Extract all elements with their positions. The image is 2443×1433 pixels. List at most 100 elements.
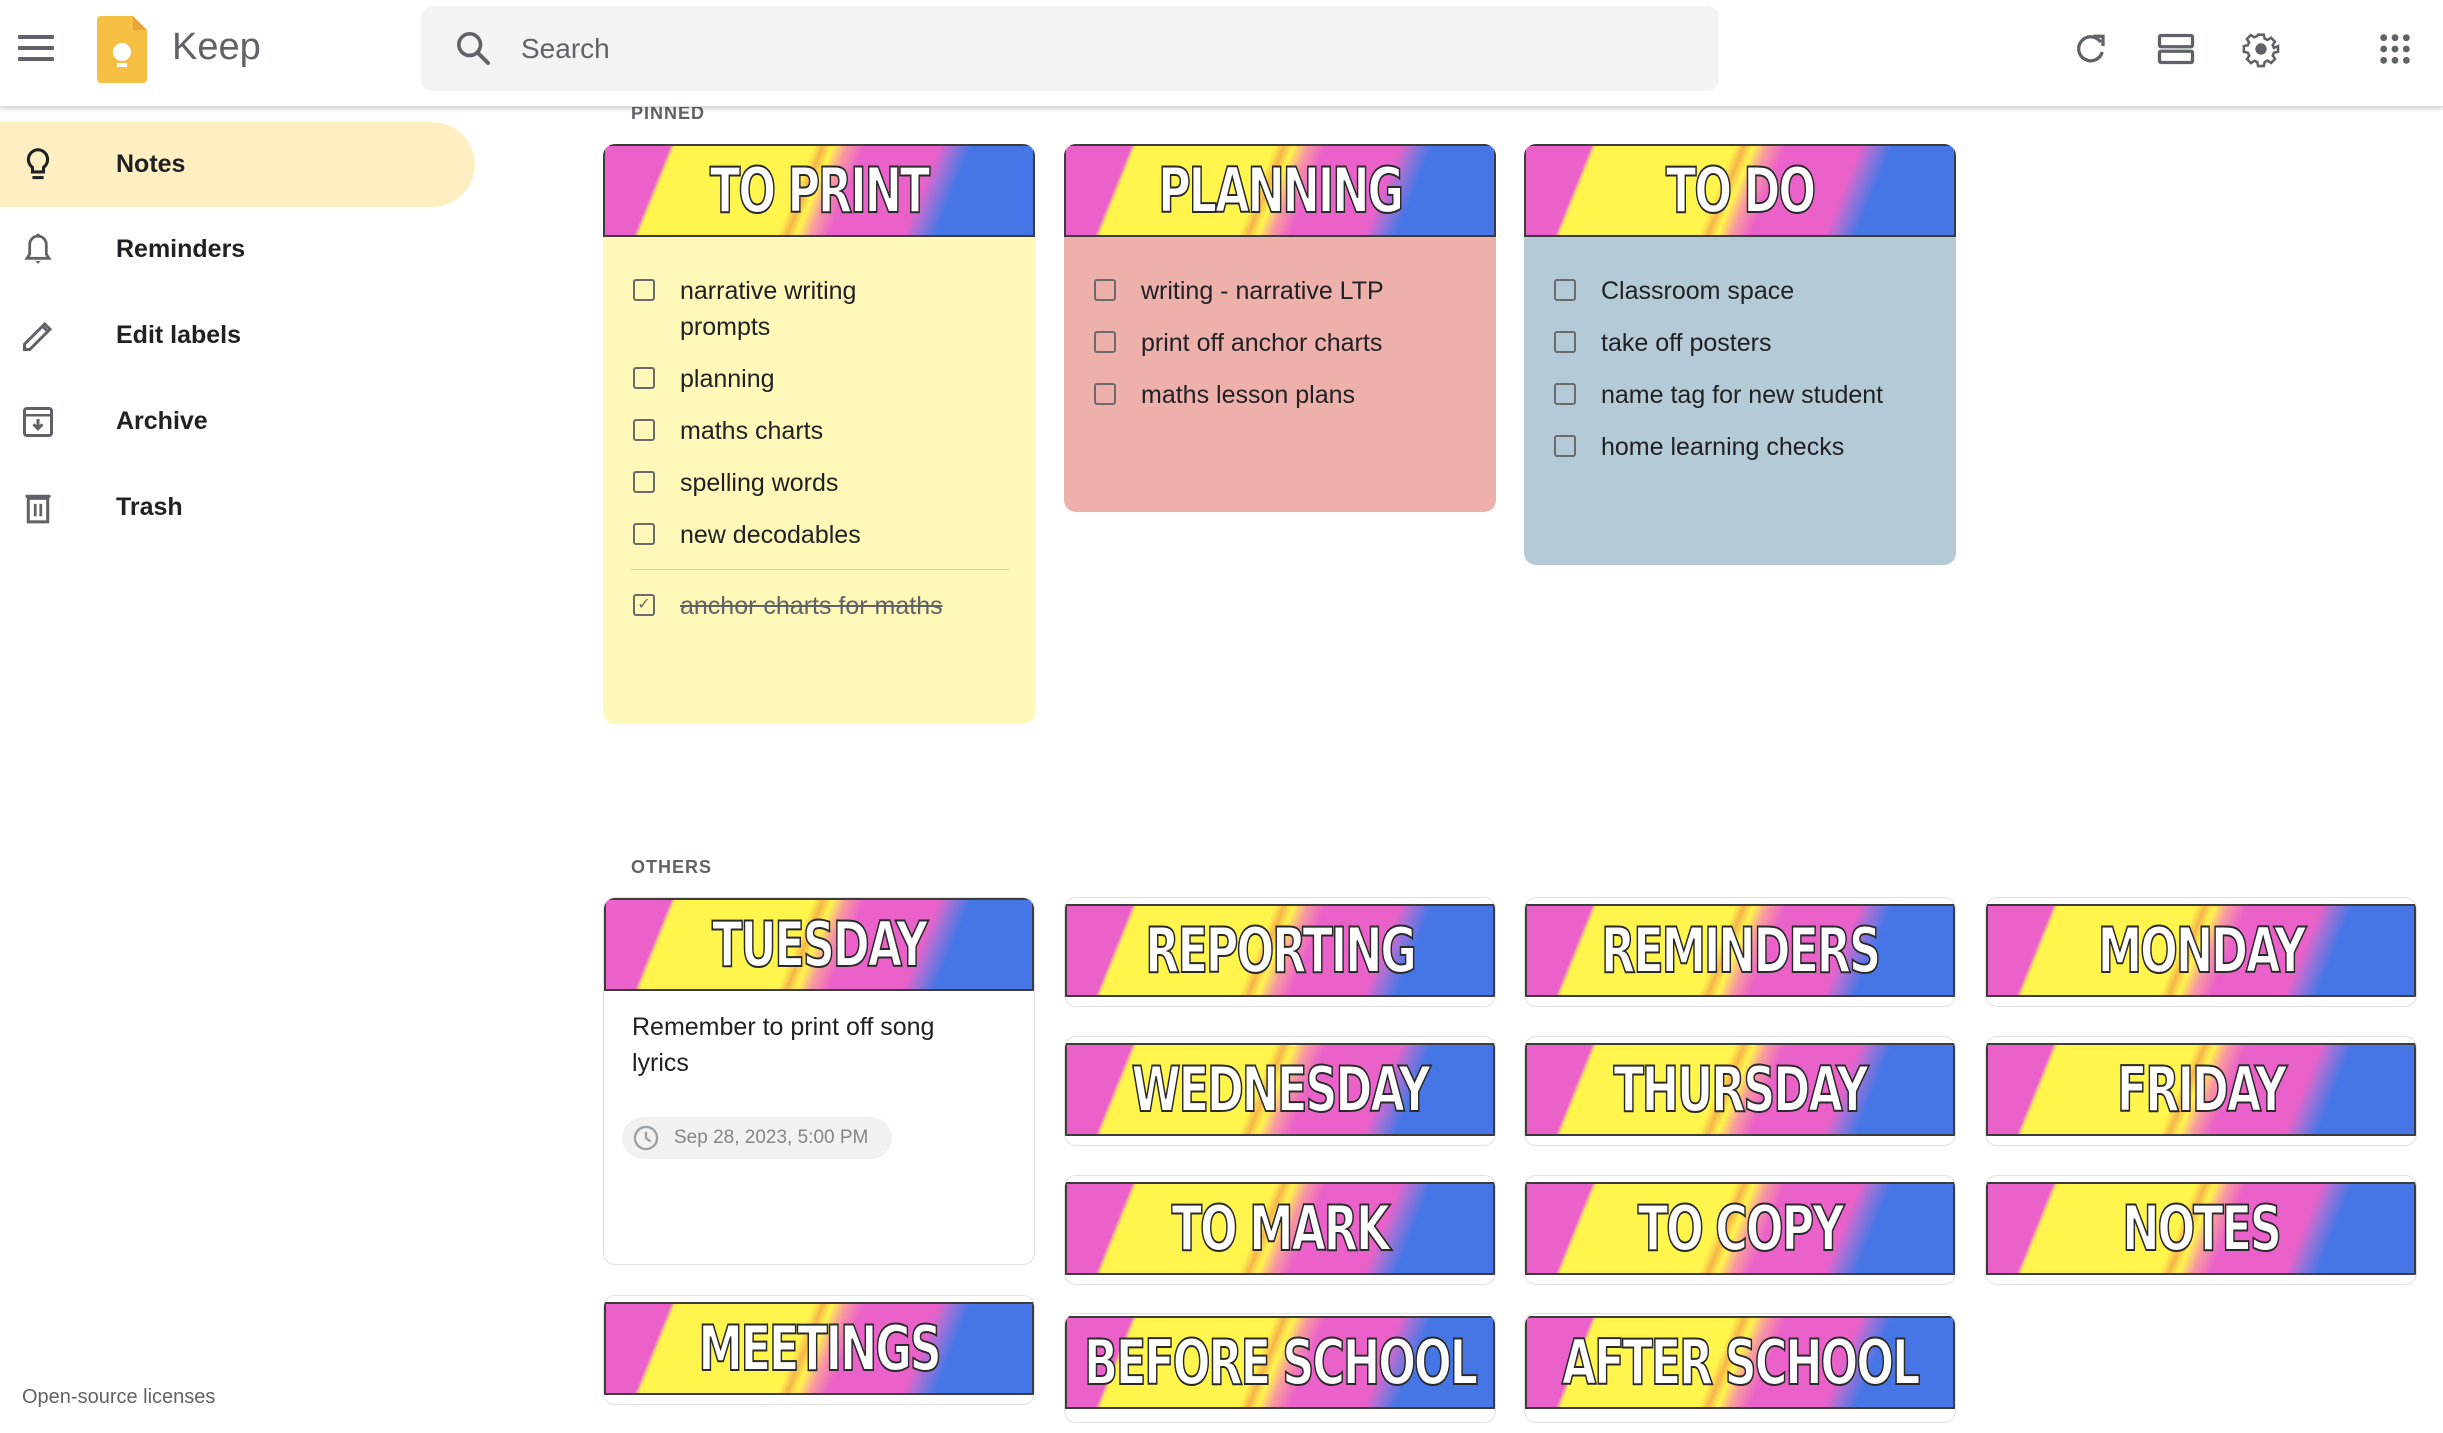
note-card-planning[interactable]: PLANNING writing - narrative LTP print o… (1064, 144, 1496, 512)
note-card-to-mark[interactable]: TO MARK (1064, 1175, 1496, 1285)
note-card-wednesday[interactable]: WEDNESDAY (1064, 1036, 1496, 1146)
menu-icon-bar (18, 35, 54, 39)
checkbox[interactable] (1094, 331, 1116, 353)
top-bar: Keep (0, 0, 2443, 107)
reminder-time: Sep 28, 2023, 5:00 PM (674, 1127, 869, 1148)
checklist-item-text: name tag for new student (1601, 381, 1884, 409)
checklist-item-text: anchor charts for maths (680, 592, 943, 620)
note-banner-image: AFTER SCHOOL (1525, 1316, 1955, 1409)
google-apps-button[interactable] (2372, 26, 2418, 72)
checklist-item: narrative writing prompts (603, 273, 1035, 345)
banner-text: REPORTING (1145, 913, 1418, 988)
note-card-after-school[interactable]: AFTER SCHOOL (1524, 1313, 1956, 1423)
sidebar-item-archive[interactable]: Archive (0, 379, 475, 464)
checklist-item: maths lesson plans (1064, 377, 1496, 413)
note-card-tuesday[interactable]: TUESDAY Remember to print off song lyric… (603, 897, 1035, 1265)
note-card-monday[interactable]: MONDAY (1985, 897, 2417, 1007)
note-card-before-school[interactable]: BEFORE SCHOOL (1064, 1313, 1496, 1423)
checklist-item: spelling words (603, 465, 1035, 501)
checklist-item-text: maths charts (680, 417, 824, 445)
sidebar-item-trash[interactable]: Trash (0, 465, 475, 550)
main-menu-button[interactable] (14, 26, 58, 70)
note-banner-image: BEFORE SCHOOL (1065, 1316, 1495, 1409)
note-card-to-do[interactable]: TO DO Classroom space take off posters n… (1524, 144, 1956, 565)
settings-button[interactable] (2238, 26, 2284, 72)
search-input[interactable] (521, 6, 1671, 91)
checkbox[interactable] (633, 471, 655, 493)
note-banner-image: MEETINGS (604, 1302, 1034, 1395)
checklist-item-text: spelling words (680, 469, 839, 497)
refresh-button[interactable] (2068, 26, 2114, 72)
note-banner-image: WEDNESDAY (1065, 1043, 1495, 1136)
sidebar-item-label: Notes (116, 150, 186, 178)
list-view-icon (2157, 33, 2195, 65)
note-card-reporting[interactable]: REPORTING (1064, 897, 1496, 1007)
others-section-label: OTHERS (631, 857, 713, 877)
search-bar[interactable] (421, 6, 1719, 91)
checkbox[interactable] (1554, 279, 1576, 301)
banner-text: MONDAY (2097, 913, 2307, 988)
clock-icon (633, 1125, 659, 1151)
note-card-friday[interactable]: FRIDAY (1985, 1036, 2417, 1146)
banner-text: THURSDAY (1613, 1052, 1870, 1127)
completed-divider (631, 569, 1009, 570)
banner-text: TO DO (1665, 153, 1817, 228)
checklist-item-text: new decodables (680, 521, 861, 549)
banner-text: REMINDERS (1600, 913, 1881, 988)
note-card-notes[interactable]: NOTES (1985, 1175, 2417, 1285)
checkbox[interactable] (633, 419, 655, 441)
search-icon[interactable] (453, 28, 493, 68)
checklist-item: print off anchor charts (1064, 325, 1496, 361)
banner-text: TO COPY (1637, 1191, 1845, 1266)
note-card-to-print[interactable]: TO PRINT narrative writing prompts plann… (603, 144, 1035, 724)
note-banner-image: REPORTING (1065, 904, 1495, 997)
note-banner-image: TO MARK (1065, 1182, 1495, 1275)
checklist-item: writing - narrative LTP (1064, 273, 1496, 309)
checkbox[interactable] (1094, 279, 1116, 301)
note-card-thursday[interactable]: THURSDAY (1524, 1036, 1956, 1146)
checkbox-checked[interactable]: ✓ (633, 594, 655, 616)
checklist-item: name tag for new student (1524, 377, 1956, 413)
checklist-item: new decodables (603, 517, 1035, 553)
checklist-item-text: Classroom space (1601, 277, 1795, 305)
note-card-meetings[interactable]: MEETINGS (603, 1295, 1035, 1405)
app-title[interactable]: Keep (172, 26, 261, 69)
checkbox[interactable] (1554, 331, 1576, 353)
banner-text: TUESDAY (711, 907, 928, 982)
lightbulb-icon (18, 145, 58, 185)
checkbox[interactable] (1554, 435, 1576, 457)
note-banner-image: THURSDAY (1525, 1043, 1955, 1136)
checkbox[interactable] (1554, 383, 1576, 405)
checklist-item-text: writing - narrative LTP (1141, 277, 1384, 305)
checkbox[interactable] (633, 523, 655, 545)
sidebar-item-label: Reminders (116, 235, 246, 263)
note-card-reminders[interactable]: REMINDERS (1524, 897, 1956, 1007)
note-banner-image: TO DO (1524, 144, 1956, 237)
note-body-text: Remember to print off song lyrics (632, 1013, 935, 1077)
sidebar-item-edit-labels[interactable]: Edit labels (0, 293, 475, 378)
checklist-item-text: print off anchor charts (1141, 329, 1383, 357)
banner-text: WEDNESDAY (1131, 1052, 1432, 1127)
sidebar-item-notes[interactable]: Notes (0, 122, 475, 207)
banner-text: TO PRINT (709, 153, 931, 228)
reminder-chip[interactable]: Sep 28, 2023, 5:00 PM (622, 1117, 893, 1159)
checkbox[interactable] (1094, 383, 1116, 405)
apps-grid-icon (2380, 34, 2410, 64)
checklist-item-text: narrative writing prompts (680, 277, 857, 341)
menu-icon-bar (18, 46, 54, 50)
checklist-item: maths charts (603, 413, 1035, 449)
checklist-item-text: home learning checks (1601, 433, 1845, 461)
sidebar-item-reminders[interactable]: Reminders (0, 207, 475, 292)
list-view-button[interactable] (2153, 26, 2199, 72)
open-source-licenses-link[interactable]: Open-source licenses (22, 1386, 215, 1409)
checkbox[interactable] (633, 279, 655, 301)
note-banner-image: FRIDAY (1986, 1043, 2416, 1136)
keep-logo-icon[interactable] (97, 16, 147, 83)
banner-text: NOTES (2121, 1191, 2282, 1266)
checkbox[interactable] (633, 367, 655, 389)
note-card-to-copy[interactable]: TO COPY (1524, 1175, 1956, 1285)
settings-icon (2242, 33, 2280, 68)
note-banner-image: TO PRINT (603, 144, 1035, 237)
banner-text: BEFORE SCHOOL (1083, 1325, 1479, 1400)
checklist-item-text: planning (680, 365, 775, 393)
